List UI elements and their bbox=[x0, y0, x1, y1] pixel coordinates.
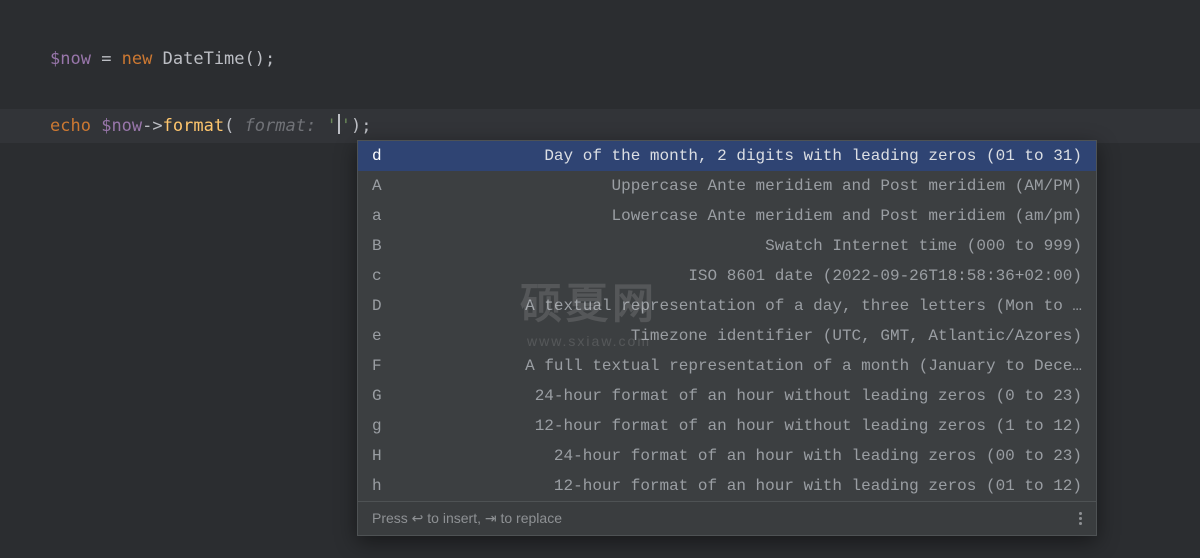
autocomplete-item-desc: Day of the month, 2 digits with leading … bbox=[398, 147, 1082, 165]
code-editor[interactable]: $now = new DateTime(); echo $now->format… bbox=[0, 0, 1200, 143]
token-keyword: new bbox=[122, 49, 153, 69]
autocomplete-item[interactable]: aLowercase Ante meridiem and Post meridi… bbox=[358, 201, 1096, 231]
token-string-close: ' bbox=[341, 116, 351, 136]
autocomplete-footer: Press ↩ to insert, ⇥ to replace bbox=[358, 501, 1096, 535]
token-class: DateTime bbox=[163, 49, 245, 69]
code-line-current[interactable]: echo $now->format( format: ''); bbox=[0, 109, 1200, 144]
token-arrow: -> bbox=[142, 116, 162, 136]
autocomplete-item[interactable]: DA textual representation of a day, thre… bbox=[358, 291, 1096, 321]
autocomplete-popup[interactable]: dDay of the month, 2 digits with leading… bbox=[357, 140, 1097, 536]
code-line[interactable]: $now = new DateTime(); bbox=[50, 44, 1200, 75]
autocomplete-item[interactable]: AUppercase Ante meridiem and Post meridi… bbox=[358, 171, 1096, 201]
token-semicolon: ; bbox=[361, 116, 371, 136]
autocomplete-item-desc: Uppercase Ante meridiem and Post meridie… bbox=[398, 177, 1082, 195]
token-parens: () bbox=[245, 49, 265, 69]
autocomplete-item-key: H bbox=[372, 447, 398, 465]
autocomplete-item[interactable]: H24-hour format of an hour with leading … bbox=[358, 441, 1096, 471]
autocomplete-item-desc: 12-hour format of an hour without leadin… bbox=[398, 417, 1082, 435]
token-variable: $now bbox=[101, 116, 142, 136]
autocomplete-item[interactable]: FA full textual representation of a mont… bbox=[358, 351, 1096, 381]
more-icon[interactable] bbox=[1075, 508, 1086, 529]
autocomplete-hint-text: Press ↩ to insert, ⇥ to replace bbox=[372, 510, 562, 527]
token-space bbox=[91, 116, 101, 136]
autocomplete-item-desc: Swatch Internet time (000 to 999) bbox=[398, 237, 1082, 255]
autocomplete-item-desc: Lowercase Ante meridiem and Post meridie… bbox=[398, 207, 1082, 225]
autocomplete-item-desc: ISO 8601 date (2022-09-26T18:58:36+02:00… bbox=[398, 267, 1082, 285]
autocomplete-item-desc: 12-hour format of an hour with leading z… bbox=[398, 477, 1082, 495]
token-echo: echo bbox=[50, 116, 91, 136]
autocomplete-item[interactable]: g12-hour format of an hour without leadi… bbox=[358, 411, 1096, 441]
autocomplete-item[interactable]: h12-hour format of an hour with leading … bbox=[358, 471, 1096, 501]
autocomplete-item[interactable]: BSwatch Internet time (000 to 999) bbox=[358, 231, 1096, 261]
autocomplete-item[interactable]: eTimezone identifier (UTC, GMT, Atlantic… bbox=[358, 321, 1096, 351]
parameter-hint: format: bbox=[234, 116, 326, 136]
text-caret bbox=[338, 114, 340, 134]
autocomplete-item-key: B bbox=[372, 237, 398, 255]
token-paren-open: ( bbox=[224, 116, 234, 136]
autocomplete-item-desc: A textual representation of a day, three… bbox=[398, 297, 1082, 315]
autocomplete-item-desc: 24-hour format of an hour without leadin… bbox=[398, 387, 1082, 405]
autocomplete-item-key: g bbox=[372, 417, 398, 435]
token-method: format bbox=[163, 116, 224, 136]
autocomplete-item-key: F bbox=[372, 357, 398, 375]
autocomplete-item-key: d bbox=[372, 147, 398, 165]
token-operator: = bbox=[91, 49, 122, 69]
token-space bbox=[152, 49, 162, 69]
token-string-open: ' bbox=[326, 116, 336, 136]
autocomplete-item-key: G bbox=[372, 387, 398, 405]
autocomplete-item-key: D bbox=[372, 297, 398, 315]
autocomplete-item[interactable]: G24-hour format of an hour without leadi… bbox=[358, 381, 1096, 411]
token-paren-close: ) bbox=[351, 116, 361, 136]
autocomplete-item-desc: A full textual representation of a month… bbox=[398, 357, 1082, 375]
token-semicolon: ; bbox=[265, 49, 275, 69]
autocomplete-item[interactable]: dDay of the month, 2 digits with leading… bbox=[358, 141, 1096, 171]
autocomplete-list[interactable]: dDay of the month, 2 digits with leading… bbox=[358, 141, 1096, 501]
autocomplete-item[interactable]: cISO 8601 date (2022-09-26T18:58:36+02:0… bbox=[358, 261, 1096, 291]
autocomplete-item-key: c bbox=[372, 267, 398, 285]
autocomplete-item-key: a bbox=[372, 207, 398, 225]
autocomplete-item-key: A bbox=[372, 177, 398, 195]
autocomplete-item-desc: 24-hour format of an hour with leading z… bbox=[398, 447, 1082, 465]
token-variable: $now bbox=[50, 49, 91, 69]
autocomplete-item-desc: Timezone identifier (UTC, GMT, Atlantic/… bbox=[398, 327, 1082, 345]
autocomplete-item-key: h bbox=[372, 477, 398, 495]
autocomplete-item-key: e bbox=[372, 327, 398, 345]
